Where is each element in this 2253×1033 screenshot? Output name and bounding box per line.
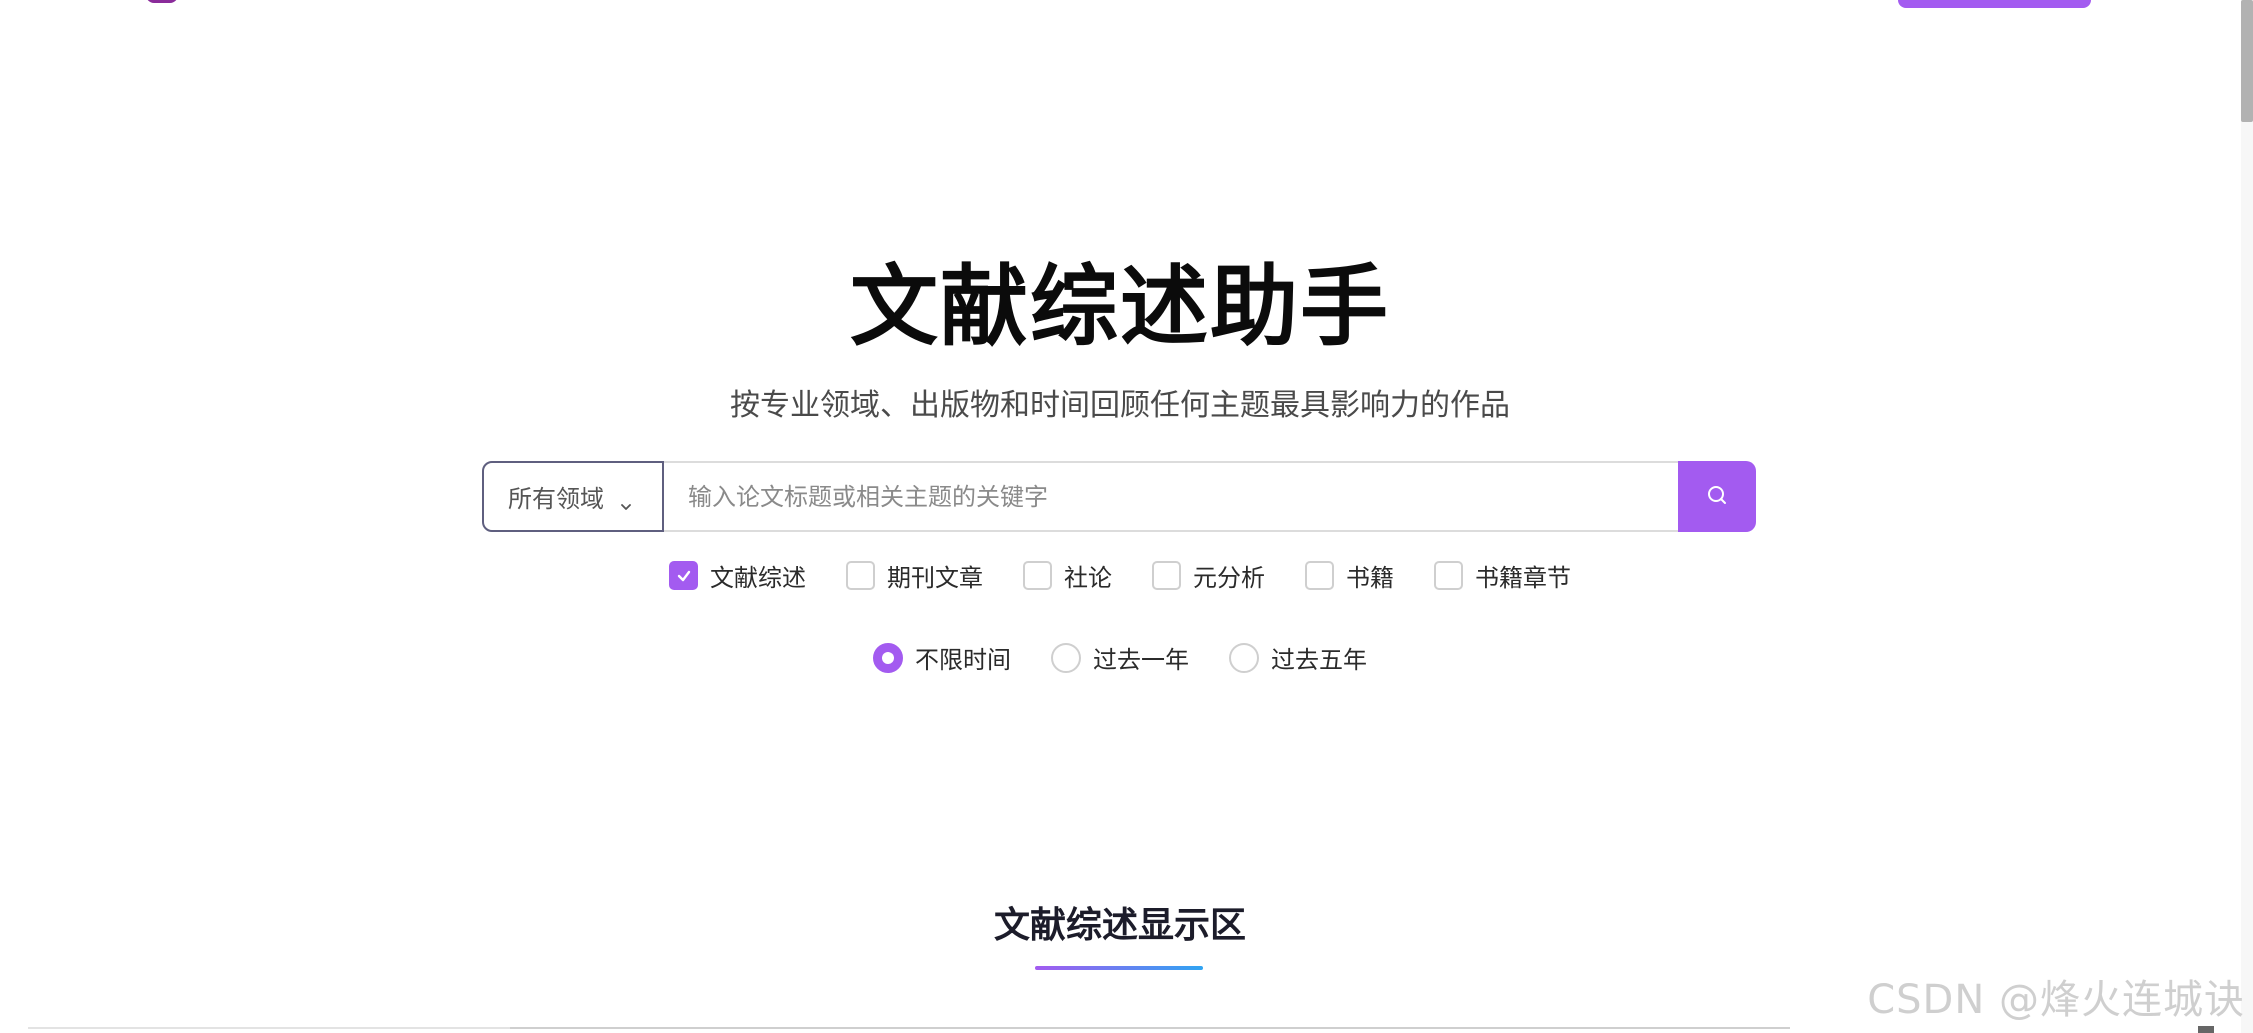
checkbox[interactable] (1434, 561, 1463, 590)
page-subtitle: 按专业领域、出版物和时间回顾任何主题最具影响力的作品 (730, 388, 1510, 423)
filter-label: 社论 (1064, 564, 1112, 592)
filter-label: 元分析 (1193, 564, 1265, 592)
radio[interactable] (1051, 642, 1081, 673)
scrollbar-thumb[interactable] (2241, 0, 2253, 122)
search-bar: 所有领域 (482, 461, 1756, 532)
filter-journal-article[interactable]: 期刊文章 (846, 558, 983, 593)
filter-book-chapter[interactable]: 书籍章节 (1434, 558, 1571, 593)
check-icon (677, 570, 690, 581)
filter-label: 书籍 (1346, 564, 1394, 592)
search-button[interactable] (1678, 461, 1756, 532)
filter-editorial[interactable]: 社论 (1023, 558, 1112, 593)
checkbox[interactable] (1305, 561, 1334, 590)
search-icon (1706, 484, 1728, 509)
filter-label: 书籍章节 (1475, 564, 1571, 592)
filter-book[interactable]: 书籍 (1305, 558, 1394, 593)
page-title: 文献综述助手 (849, 255, 1390, 358)
checkbox[interactable] (1023, 561, 1052, 590)
checkbox-checked[interactable] (669, 561, 698, 590)
filter-meta-analysis[interactable]: 元分析 (1152, 558, 1265, 593)
type-filter-group: 文献综述 期刊文章 社论 元分析 书籍 书籍章节 (0, 558, 2240, 593)
radio[interactable] (1229, 642, 1259, 673)
content-divider-dark (510, 1027, 1790, 1029)
checkbox[interactable] (1152, 561, 1181, 590)
time-past-year[interactable]: 过去一年 (1051, 640, 1189, 675)
checkbox[interactable] (846, 561, 875, 590)
results-section-title: 文献综述显示区 (993, 905, 1246, 946)
time-label: 不限时间 (915, 646, 1011, 674)
time-filter-group: 不限时间 过去一年 过去五年 (0, 640, 2240, 675)
watermark: CSDN @烽火连城诀 (1867, 977, 2245, 1023)
horizontal-scroll-thumb[interactable] (2198, 1026, 2214, 1033)
vertical-scrollbar[interactable] (2241, 0, 2253, 1033)
time-any[interactable]: 不限时间 (873, 640, 1011, 675)
search-input[interactable] (664, 461, 1678, 532)
section-underline (1035, 966, 1203, 970)
domain-select[interactable]: 所有领域 (482, 461, 664, 532)
time-label: 过去五年 (1271, 646, 1367, 674)
filter-label: 期刊文章 (887, 564, 983, 592)
header-logo[interactable] (146, 0, 178, 3)
page: 文献综述助手 按专业领域、出版物和时间回顾任何主题最具影响力的作品 所有领域 文… (0, 0, 2253, 1033)
filter-label: 文献综述 (710, 564, 806, 592)
chevron-down-icon (620, 491, 632, 510)
header-action-button[interactable] (1898, 0, 2091, 8)
domain-select-value: 所有领域 (508, 485, 604, 513)
radio-checked[interactable] (873, 642, 903, 673)
time-label: 过去一年 (1093, 646, 1189, 674)
filter-literature-review[interactable]: 文献综述 (669, 558, 806, 593)
time-past-five-years[interactable]: 过去五年 (1229, 640, 1367, 675)
